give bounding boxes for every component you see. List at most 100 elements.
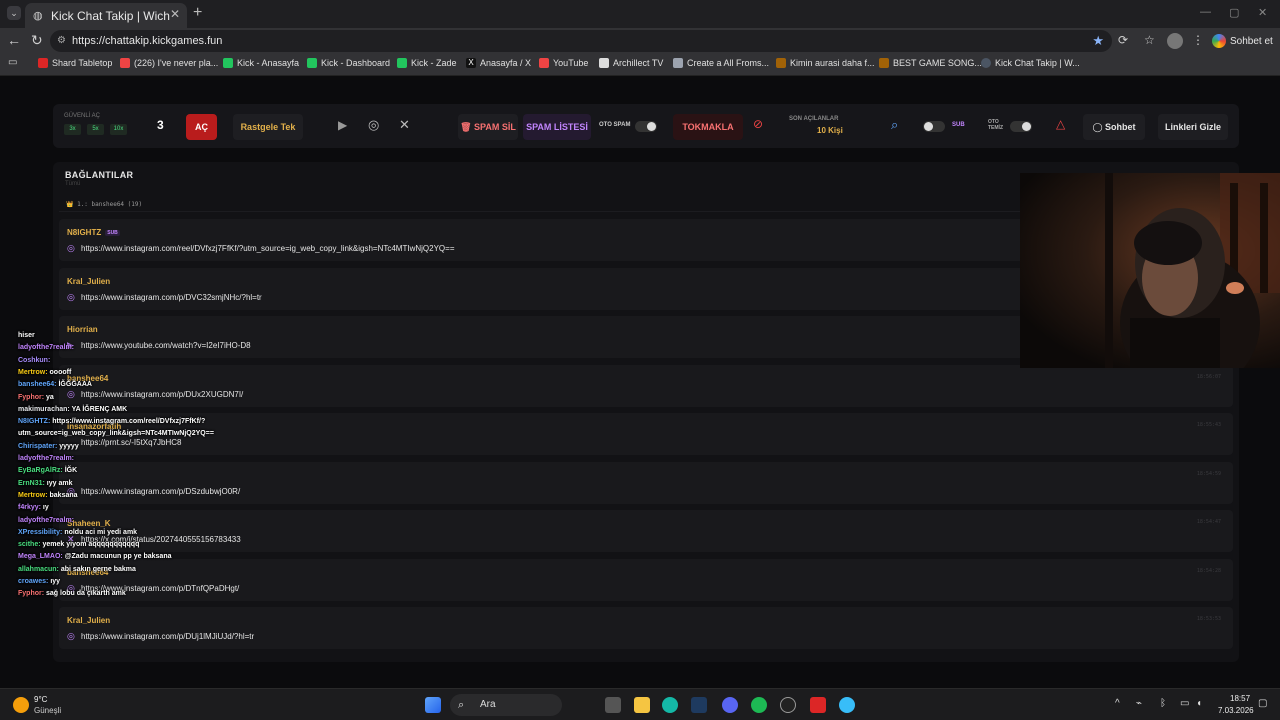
file-explorer-icon[interactable] (634, 697, 650, 713)
alert-icon[interactable]: △ (1056, 117, 1065, 131)
chat-message: ladyofthe7realm: (18, 455, 74, 462)
bookmark-item[interactable]: Kick - Zade (397, 58, 457, 68)
link-url[interactable]: https://www.instagram.com/p/DVC32smjNHc/… (81, 293, 262, 302)
x-icon[interactable]: ✕ (399, 117, 410, 133)
tray-chevron-icon[interactable]: ^ (1115, 698, 1120, 709)
multiplier-3x-button[interactable]: 3x (64, 124, 81, 135)
maximize-icon[interactable]: ▢ (1229, 6, 1239, 19)
ban-icon[interactable]: ⊘ (753, 117, 763, 131)
close-window-icon[interactable]: ✕ (1258, 6, 1267, 19)
panel-title: BAĞLANTILAR (65, 170, 134, 180)
back-icon[interactable]: ← (7, 32, 21, 48)
chat-username: Chirispater: (18, 443, 58, 450)
link-row[interactable]: Kral_Julien ◎ https://www.instagram.com/p/… (59, 607, 1233, 649)
bookmark-item[interactable]: Kimin aurasi daha f... (776, 58, 875, 68)
instagram-icon[interactable]: ◎ (368, 117, 379, 133)
weather-icon[interactable] (13, 697, 29, 713)
tokmakla-button[interactable]: TOKMAKLA (673, 114, 743, 140)
tab-search-icon[interactable]: ⌄ (7, 6, 21, 20)
task-view-icon[interactable] (605, 697, 621, 713)
link-url[interactable]: https://www.instagram.com/p/DUj1lMJiUJd/… (81, 632, 254, 641)
browser-tab[interactable]: ◍ Kick Chat Takip | Wich ✕ (25, 3, 187, 28)
row-time: 18:54:47 (1196, 519, 1221, 525)
taskbar-search[interactable]: ⌕ Ara (450, 694, 562, 716)
chat-username: Fyphor: (18, 394, 45, 401)
chat-message: N8IGHTZ: https://www.instagram.com/reel/… (18, 418, 205, 425)
platform-icon: ◎ (67, 291, 75, 302)
random-button[interactable]: Rastgele Tek (233, 114, 303, 140)
auto-clean-toggle[interactable] (1010, 121, 1032, 132)
chat-username: Coshkun: (18, 357, 51, 364)
control-toolbar: GÜVENLİ AÇ 3x 5x 10x 3 AÇ Rastgele Tek ▶… (53, 104, 1239, 148)
multiplier-5x-button[interactable]: 5x (87, 124, 104, 135)
link-row[interactable]: banshee64 ◎ https://www.instagram.com/p/DU… (59, 364, 1233, 407)
link-row[interactable]: banshee64 ◎ https://www.instagram.com/p/DT… (59, 558, 1233, 601)
chat-button[interactable]: ◯ Sohbet (1083, 114, 1145, 140)
reading-list-icon[interactable]: ▭ (8, 57, 17, 68)
steam-icon[interactable] (691, 697, 707, 713)
open-button[interactable]: AÇ (186, 114, 217, 140)
bookmark-item[interactable]: Kick - Anasayfa (223, 58, 299, 68)
bookmark-item[interactable]: YouTube (539, 58, 588, 68)
link-url[interactable]: https://www.instagram.com/reel/DVfxzj7Ff… (81, 244, 454, 253)
clock-time[interactable]: 18:57 (1230, 694, 1250, 703)
discord-icon[interactable] (722, 697, 738, 713)
safe-open-label: GÜVENLİ AÇ (64, 113, 101, 119)
spotify-icon[interactable] (751, 697, 767, 713)
bookmark-icon (879, 58, 889, 68)
chat-message: allahmacun: abi sakın gerne bakma (18, 566, 136, 573)
link-row[interactable]: Shaheen_K ✕ https://x.com/i/status/2027440… (59, 510, 1233, 552)
bookmark-item[interactable]: Create a All Froms... (673, 58, 769, 68)
display-icon[interactable]: ▭ (1180, 698, 1189, 709)
chat-message: ladyofthe7realm: (18, 517, 74, 524)
unreal-icon[interactable] (780, 697, 796, 713)
link-row[interactable]: ◎ https://www.instagram.com/p/DSzdubwjO0R… (59, 461, 1233, 504)
link-row[interactable]: insanazorfatih https://prnt.sc/-I5tXq7JbH… (59, 413, 1233, 455)
bookmark-item[interactable]: Kick Chat Takip | W... (981, 58, 1080, 68)
chat-message: Coshkun: (18, 357, 50, 364)
profile-avatar[interactable] (1167, 33, 1183, 49)
hide-links-button[interactable]: Linkleri Gizle (1158, 114, 1228, 140)
bookmark-item[interactable]: BEST GAME SONG... (879, 58, 982, 68)
reload-icon[interactable]: ↻ (31, 32, 43, 49)
notification-icon[interactable]: ▢ (1258, 698, 1267, 709)
spam-delete-button[interactable]: 🗑 SPAM SİL (458, 114, 518, 140)
minimize-icon[interactable]: — (1200, 6, 1211, 18)
menu-icon[interactable]: ⋮ (1192, 33, 1204, 47)
chat-text: @Zadu macunun pp ye baksana (64, 553, 172, 560)
extension-icon[interactable]: ⟳ (1118, 33, 1128, 47)
bookmark-item[interactable]: X Anasayfa / X (466, 58, 531, 68)
start-icon[interactable] (425, 697, 441, 713)
bookmark-item[interactable]: Shard Tabletop (38, 58, 112, 68)
close-tab-icon[interactable]: ✕ (170, 7, 180, 21)
app-icon[interactable] (810, 697, 826, 713)
bookmark-star-icon[interactable]: ★ (1092, 30, 1104, 52)
spam-list-button[interactable]: SPAM LİSTESİ (523, 114, 591, 140)
chat-message: scithe: yemek yiyom aqqqqqqqqqqq (18, 541, 139, 548)
site-info-icon[interactable]: ⚙ (57, 30, 66, 52)
new-tab-icon[interactable]: + (193, 4, 202, 22)
chat-message: XPressibility: noldu aci mi yedi amk (18, 529, 137, 536)
copilot-chat-button[interactable]: Sohbet et (1212, 31, 1273, 51)
bookmark-icon (776, 58, 786, 68)
auto-spam-toggle[interactable] (635, 121, 657, 132)
favorites-icon[interactable]: ☆ (1144, 33, 1155, 47)
x-icon: X (466, 58, 476, 68)
app-icon[interactable] (839, 697, 855, 713)
clock-date[interactable]: 7.03.2026 (1218, 706, 1254, 715)
sub-toggle[interactable] (923, 121, 945, 132)
edge-icon[interactable] (662, 697, 678, 713)
search-icon[interactable]: ⌕ (891, 117, 898, 133)
network-icon[interactable]: ⌁ (1136, 698, 1142, 709)
bookmark-item[interactable]: Kick - Dashboard (307, 58, 390, 68)
globe-icon: ◍ (33, 9, 43, 22)
bluetooth-icon[interactable]: ᛒ (1160, 698, 1166, 709)
multiplier-10x-button[interactable]: 10x (110, 124, 127, 135)
chat-username: N8IGHTZ: (18, 418, 51, 425)
volume-icon[interactable]: ◖ (1196, 698, 1202, 709)
youtube-icon[interactable]: ▶ (338, 118, 347, 132)
bookmark-item[interactable]: Archillect TV (599, 58, 663, 68)
chat-message: Fyphor: sağ lobu da çıkarth amk (18, 590, 126, 597)
bookmark-item[interactable]: (226) I've never pla... (120, 58, 218, 68)
address-bar[interactable]: ⚙ https://chattakip.kickgames.fun ★ (50, 30, 1112, 52)
